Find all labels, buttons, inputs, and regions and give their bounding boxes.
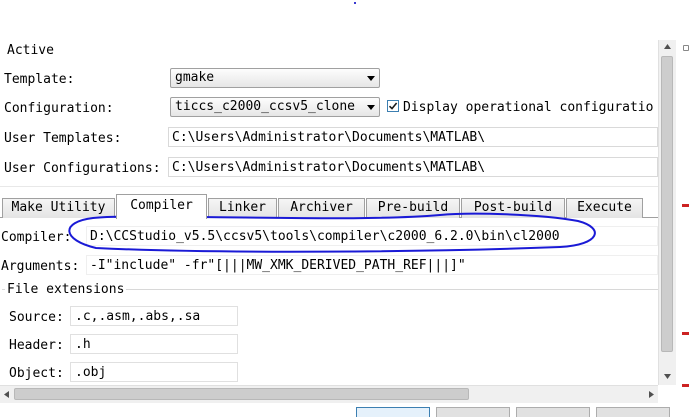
tab-compiler[interactable]: Compiler — [116, 194, 207, 219]
bottom-button-1[interactable] — [356, 407, 430, 417]
triangle-up-icon[interactable] — [659, 40, 676, 54]
vertical-scrollbar[interactable] — [658, 40, 676, 385]
triangle-left-icon[interactable] — [0, 386, 14, 403]
horizontal-scrollbar[interactable] — [0, 385, 658, 403]
edge-marks — [680, 40, 690, 400]
bottom-button-2[interactable] — [436, 407, 510, 417]
triangle-right-icon[interactable] — [644, 386, 658, 403]
bottom-button-4[interactable] — [596, 407, 670, 417]
horizontal-scroll-thumb[interactable] — [14, 388, 469, 400]
settings-panel: Active Template: gmake Configuration: ti… — [0, 40, 658, 385]
bottom-button-3[interactable] — [516, 407, 590, 417]
stray-dot — [354, 2, 356, 4]
vertical-scroll-thumb[interactable] — [661, 56, 673, 352]
annotation-ellipse — [68, 212, 596, 253]
triangle-down-icon[interactable] — [659, 370, 676, 384]
